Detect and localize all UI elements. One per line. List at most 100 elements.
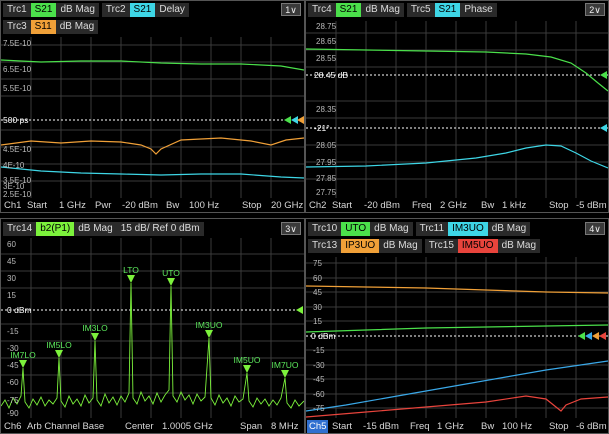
marker-im5lo [55,350,63,358]
trace-trc2-line [1,166,304,179]
y-label: -60 [313,390,325,399]
marker-uto [167,278,175,286]
marker-label-lto[interactable]: LTO [123,265,139,275]
trace-tag-trc11[interactable]: Trc11 IM3UO dB Mag [415,222,531,236]
trace-tag-trc1[interactable]: Trc1 S21 dB Mag [3,3,99,17]
y-label: 30 [7,274,16,283]
y-label: 60 [313,274,322,283]
trace-list-1b: Trc3 S11 dB Mag [3,20,99,34]
ref-level-label-2a: 28.45 dB [314,70,349,80]
trace-trc4-line [306,48,608,92]
marker-label-im5lo[interactable]: IM5LO [46,340,72,350]
y-label: 75 [313,259,322,268]
y-label: -45 [313,375,325,384]
diagram-window-3[interactable]: Trc14 b2(P1) dB Mag 15 dB/ Ref 0 dBm 3∨ 60 [0,218,305,434]
marker-im7uo [281,370,289,378]
y-label: -75 [313,404,325,413]
plot-area-2[interactable]: 28.75 28.65 28.55 28.45 dB 28.35 -21° 28… [306,21,608,198]
ref-marker-trc2 [291,116,298,124]
y-label: 28.05 [316,141,337,150]
channel-label-active: Ch5 [307,420,329,433]
marker-label-uto[interactable]: UTO [162,268,180,278]
marker-label-im7uo[interactable]: IM7UO [272,360,299,370]
trace-trc15-line [306,395,608,418]
y-label: 15 [313,317,322,326]
window-menu-button-1[interactable]: 1∨ [281,3,301,16]
plot-svg-2 [306,21,608,198]
trace-tag-trc2[interactable]: Trc2 S21 Delay [101,3,189,17]
y-label: 27.95 [316,158,337,167]
ref-marker-trc5 [600,124,607,132]
diagram-window-1[interactable]: Trc1 S21 dB Mag Trc2 S21 Delay Trc3 S11 dB Mag… [0,0,305,213]
ref-level-label-1: 500 ps [3,115,29,125]
ref-marker-trc15 [599,332,606,340]
y-label: -60 [7,378,19,387]
trace-tag-trc13[interactable]: Trc13 IP3UO dB Mag [308,239,422,253]
y-label: -45 [7,361,19,370]
channel-label: Ch1 [4,200,22,211]
window-menu-button-2[interactable]: 2∨ [585,3,605,16]
marker-label-im3uo[interactable]: IM3UO [196,320,223,330]
diagram-window-2[interactable]: Trc4 S21 dB Mag Trc5 S21 Phase 2∨ 28.75 28.6… [305,0,609,213]
plot-svg-3 [1,238,304,418]
diagram-window-4[interactable]: Trc10 UTO dB Mag Trc11 IM3UO dB Mag Trc13 IP3… [305,218,609,434]
ref-marker-trc3 [297,116,304,124]
channel-label: Ch2 [309,200,327,211]
marker-im5uo [243,365,251,373]
y-label: -75 [7,396,19,405]
y-label: -30 [313,361,325,370]
plot-area-3[interactable]: 60 45 30 15 0 dBm -15 -30 -45 -60 -75 -9… [1,238,304,418]
trace-tag-trc10[interactable]: Trc10 UTO dB Mag [308,222,413,236]
y-label: 30 [313,303,322,312]
marker-lto [127,275,135,283]
channel-status-3: Ch6 Arb Channel Base Center 1.0005 GHz S… [1,420,304,433]
trace-tag-trc3[interactable]: Trc3 S11 dB Mag [3,20,99,34]
y-label: 4E-10 [3,161,25,170]
y-label: 4.5E-10 [3,145,32,154]
marker-im3uo [205,330,213,338]
plot-area-1[interactable]: 7.5E-10 6.5E-10 5.5E-10 500 ps 4.5E-10 4… [1,37,304,199]
marker-im7lo [19,360,27,368]
ref-marker-trc1 [284,116,291,124]
trace-tag-trc4[interactable]: Trc4 S21 dB Mag [308,3,404,17]
marker-label-im5uo[interactable]: IM5UO [234,355,261,365]
trace-list-3: Trc14 b2(P1) dB Mag 15 dB/ Ref 0 dBm [3,222,204,236]
marker-label-im7lo[interactable]: IM7LO [10,350,36,360]
y-label: 45 [313,288,322,297]
plot-area-4[interactable]: 75 60 45 30 15 0 dBm -15 -30 -45 -60 -75 [306,257,608,418]
window-menu-button-4[interactable]: 4∨ [585,222,605,235]
y-label: 45 [7,257,16,266]
trace-list-4b: Trc13 IP3UO dB Mag Trc15 IM5UO dB Mag [308,239,541,253]
trace-trc5-line [306,144,608,169]
trace-tag-trc15[interactable]: Trc15 IM5UO dB Mag [424,239,541,253]
channel-status-4: Ch5 Start -15 dBm Freq 1 GHz Bw 100 Hz S… [306,420,608,433]
trace-trc11-line [306,360,608,412]
trace-trc10-line [306,324,608,333]
y-label: 28.35 [316,105,337,114]
y-label: 6.5E-10 [3,65,32,74]
grid-2 [306,21,608,198]
y-label: 27.75 [316,188,337,197]
trace-trc3-line [1,137,304,155]
grid-1 [1,37,304,198]
y-label: 28.75 [316,22,337,31]
window-menu-button-3[interactable]: 3∨ [281,222,301,235]
y-label: -90 [7,409,19,418]
marker-label-im3lo[interactable]: IM3LO [82,323,108,333]
trace-list-4: Trc10 UTO dB Mag Trc11 IM3UO dB Mag [308,222,531,236]
y-label: 5.5E-10 [3,84,32,93]
ref-level-label-2b: -21° [314,123,330,133]
grid-3 [1,238,304,418]
ref-marker-trc10 [578,332,585,340]
grid-4 [306,257,608,418]
trace-tag-trc14[interactable]: Trc14 b2(P1) dB Mag 15 dB/ Ref 0 dBm [3,222,204,236]
channel-label: Ch6 [4,421,22,432]
y-label: 15 [7,291,16,300]
ref-level-label-3: 0 dBm [7,305,32,315]
channel-status-1: Ch1 Start 1 GHz Pwr -20 dBm Bw 100 Hz St… [1,199,304,212]
trace-tag-trc5[interactable]: Trc5 S21 Phase [406,3,497,17]
y-label: 7.5E-10 [3,39,32,48]
y-label: 27.85 [316,174,337,183]
y-label: 2.5E-10 [3,190,32,199]
trace-list-1: Trc1 S21 dB Mag Trc2 S21 Delay [3,3,189,17]
